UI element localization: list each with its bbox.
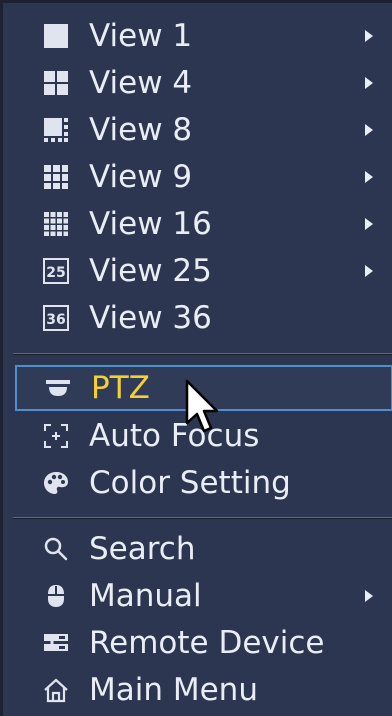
quad-view-icon — [43, 70, 69, 96]
sixteen-view-icon — [43, 211, 69, 237]
search-icon — [43, 536, 69, 562]
menu-item-label: Search — [89, 531, 196, 567]
menu-separator — [13, 353, 392, 355]
view-25-icon: 25 — [43, 258, 69, 284]
menu-item-label: View 1 — [89, 18, 193, 54]
menu-item-view-1[interactable]: View 1 — [13, 13, 392, 59]
submenu-arrow-icon — [365, 77, 373, 89]
menu-item-label: Manual — [89, 578, 202, 614]
menu-item-view-8[interactable]: View 8 — [13, 107, 392, 153]
view-36-badge-text: 36 — [46, 312, 65, 328]
menu-item-label: View 16 — [89, 206, 212, 242]
menu-item-label: View 8 — [89, 112, 193, 148]
menu-item-main-menu[interactable]: Main Menu — [13, 667, 392, 713]
menu-item-label: View 4 — [89, 65, 193, 101]
menu-item-view-36[interactable]: 36 View 36 — [13, 295, 392, 341]
menu-item-color-setting[interactable]: Color Setting — [13, 460, 392, 506]
palette-icon — [43, 470, 69, 496]
eight-view-icon — [43, 117, 69, 143]
menu-item-label: View 25 — [89, 253, 212, 289]
mouse-pointer-icon — [185, 379, 219, 433]
ptz-dome-icon — [45, 375, 71, 401]
context-menu: View 1 View 4 View 8 View 9 View 16 25 V… — [0, 0, 392, 716]
submenu-arrow-icon — [365, 124, 373, 136]
auto-focus-icon — [43, 423, 69, 449]
submenu-arrow-icon — [365, 590, 373, 602]
menu-item-label: PTZ — [91, 370, 150, 406]
menu-item-label: Color Setting — [89, 465, 291, 501]
submenu-arrow-icon — [365, 265, 373, 277]
menu-item-view-4[interactable]: View 4 — [13, 60, 392, 106]
submenu-arrow-icon — [365, 30, 373, 42]
menu-item-label: View 36 — [89, 300, 212, 336]
submenu-arrow-icon — [365, 171, 373, 183]
menu-item-search[interactable]: Search — [13, 526, 392, 572]
menu-item-view-25[interactable]: 25 View 25 — [13, 248, 392, 294]
menu-item-label: Remote Device — [89, 625, 325, 661]
home-icon — [43, 677, 69, 703]
menu-item-manual[interactable]: Manual — [13, 573, 392, 619]
view-36-icon: 36 — [43, 305, 69, 331]
menu-item-view-9[interactable]: View 9 — [13, 154, 392, 200]
menu-item-label: Main Menu — [89, 672, 258, 708]
mouse-icon — [43, 583, 69, 609]
single-view-icon — [43, 23, 69, 49]
menu-separator — [13, 517, 392, 519]
menu-item-view-16[interactable]: View 16 — [13, 201, 392, 247]
remote-device-icon — [43, 630, 69, 656]
submenu-arrow-icon — [365, 218, 373, 230]
menu-item-label: View 9 — [89, 159, 193, 195]
view-25-badge-text: 25 — [46, 265, 65, 281]
menu-item-remote-device[interactable]: Remote Device — [13, 620, 392, 666]
nine-view-icon — [43, 164, 69, 190]
menu-item-label: Auto Focus — [89, 418, 260, 454]
